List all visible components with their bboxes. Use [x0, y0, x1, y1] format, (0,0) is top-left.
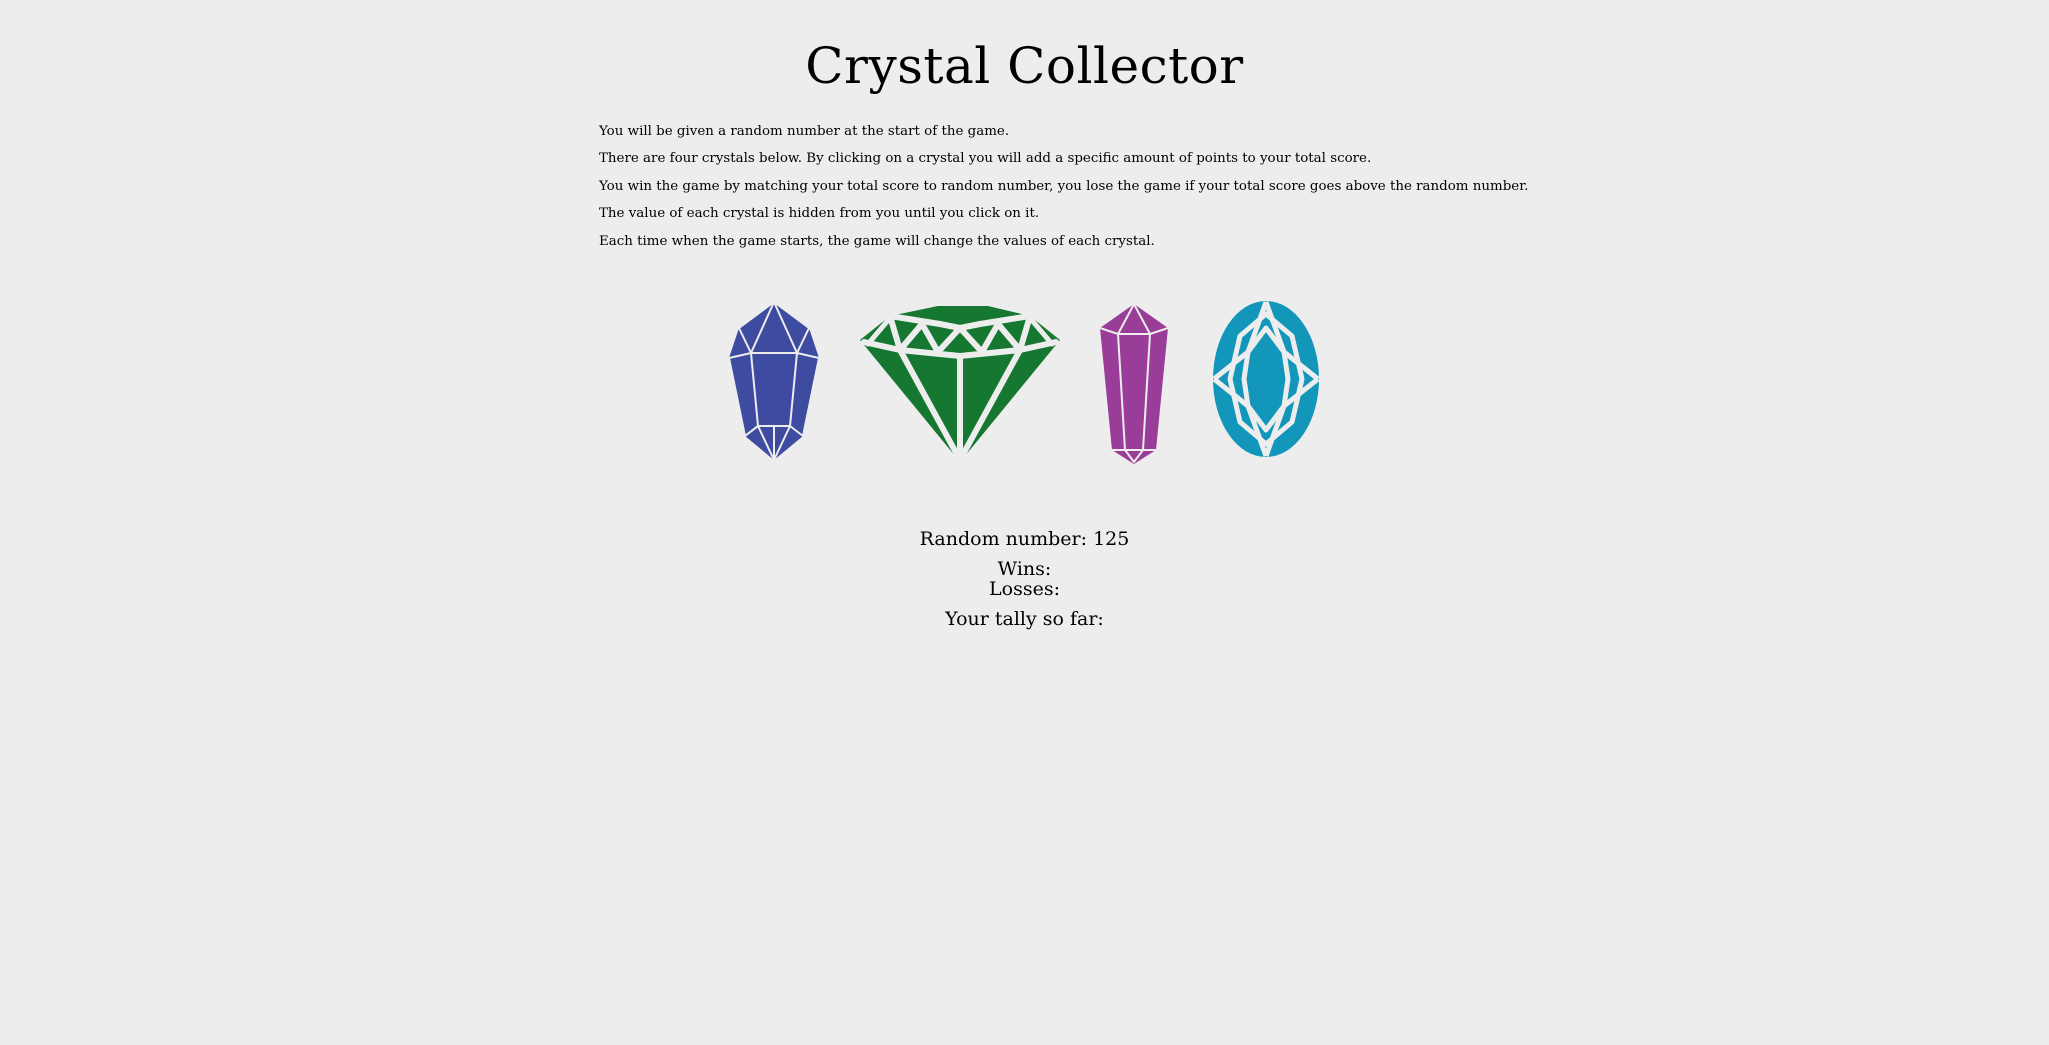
green-crystal-button[interactable] [860, 304, 1060, 462]
blue-crystal-button[interactable] [727, 300, 821, 462]
tally-label: Your tally so far: [945, 608, 1104, 630]
page-title: Crystal Collector [805, 37, 1244, 95]
teal-crystal-icon [1212, 301, 1320, 457]
game-page: Crystal Collector You will be given a ra… [0, 0, 2049, 1045]
purple-crystal-icon [1099, 303, 1169, 464]
losses-label: Losses: [989, 578, 1060, 600]
wins-display: Wins: [0, 558, 2049, 580]
instruction-line: There are four crystals below. By clicki… [599, 151, 1372, 167]
purple-crystal-button[interactable] [1098, 302, 1170, 464]
instruction-line: You win the game by matching your total … [599, 178, 1529, 194]
instructions-list: You will be given a random number at the… [599, 118, 1699, 255]
instruction-line: You will be given a random number at the… [599, 124, 1010, 139]
random-number-display: Random number: 125 [0, 528, 2049, 550]
wins-label: Wins: [997, 558, 1052, 580]
random-number-label: Random number: [919, 528, 1094, 550]
crystal-row [0, 296, 2049, 466]
losses-display: Losses: [0, 578, 2049, 600]
green-crystal-icon [860, 306, 1060, 462]
teal-crystal-button[interactable] [1212, 300, 1320, 458]
blue-crystal-icon [728, 301, 820, 461]
instruction-line: The value of each crystal is hidden from… [599, 206, 1040, 222]
tally-display: Your tally so far: [0, 608, 2049, 630]
instruction-line: Each time when the game starts, the game… [599, 233, 1155, 249]
random-number-value: 125 [1093, 528, 1130, 550]
